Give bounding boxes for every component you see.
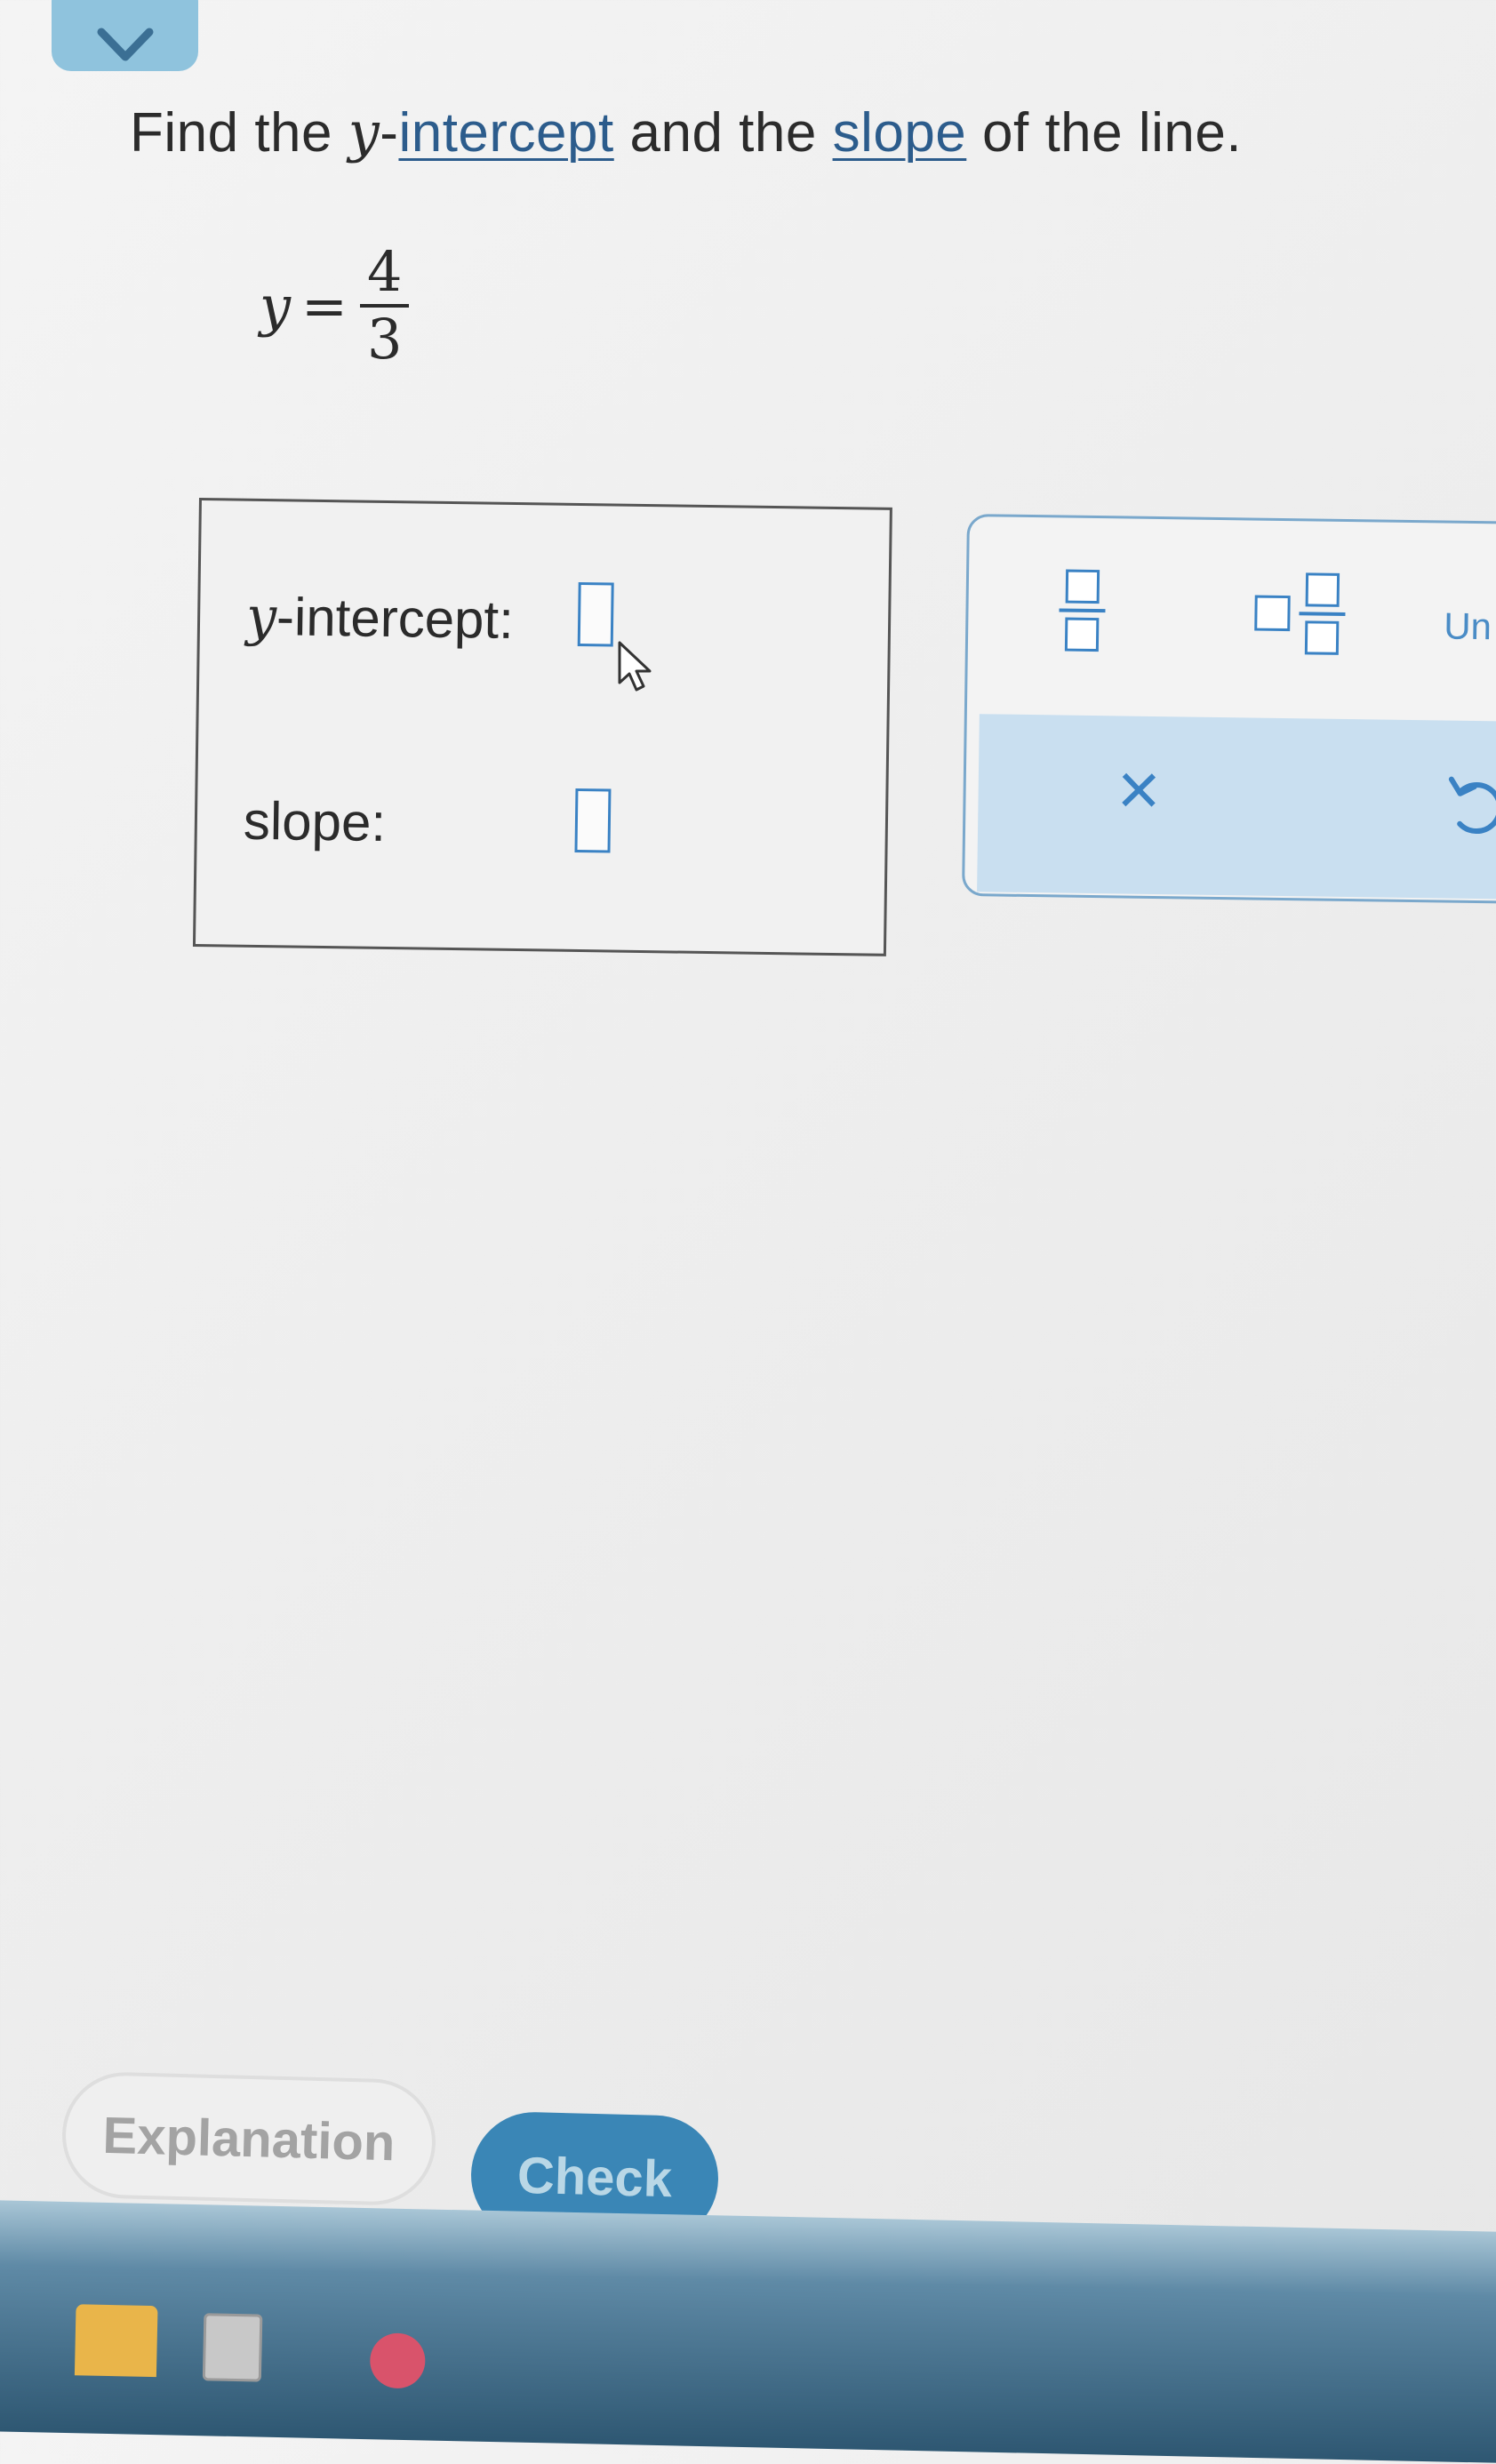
calendar-icon[interactable] [202,2313,263,2382]
chevron-down-icon [97,28,153,61]
equation-lhs: y [260,273,292,339]
question-suffix: of the line. [966,102,1243,164]
mouse-cursor-icon [618,641,652,692]
math-toolbar: Un × [961,514,1496,904]
intercept-label: y-intercept: [246,586,515,652]
equation-fraction: 4 3 [359,240,410,372]
units-button[interactable]: Un [1444,605,1492,649]
intercept-label-text: -intercept: [276,587,515,650]
app-icon[interactable] [369,2332,426,2389]
folder-icon[interactable] [74,2304,158,2378]
question-text: Find the y-intercept and the slope of th… [130,100,1242,164]
toolbar-action-row [977,714,1496,900]
question-middle: and the [613,102,833,164]
question-prefix: Find the [130,102,348,164]
fraction-icon[interactable] [1059,569,1106,652]
undo-icon[interactable] [1444,765,1496,837]
collapse-button[interactable] [52,0,198,71]
fraction-denominator: 3 [366,307,403,372]
fraction-numerator: 4 [359,240,410,308]
intercept-link[interactable]: intercept [398,102,613,164]
question-variable: y [348,100,380,164]
mixed-number-icon[interactable] [1254,572,1346,655]
explanation-button[interactable]: Explanation [60,2070,437,2207]
slope-input[interactable] [574,788,612,853]
slope-link[interactable]: slope [833,102,967,164]
taskbar [0,2200,1496,2464]
equation: y = 4 3 [260,240,410,372]
question-dash: - [380,102,399,164]
intercept-input[interactable] [577,581,614,647]
equation-equals: = [301,273,348,339]
answer-box: y-intercept: slope: [192,498,892,956]
clear-button[interactable]: × [1116,747,1161,831]
intercept-label-var: y [245,585,277,649]
slope-label: slope: [243,790,387,852]
